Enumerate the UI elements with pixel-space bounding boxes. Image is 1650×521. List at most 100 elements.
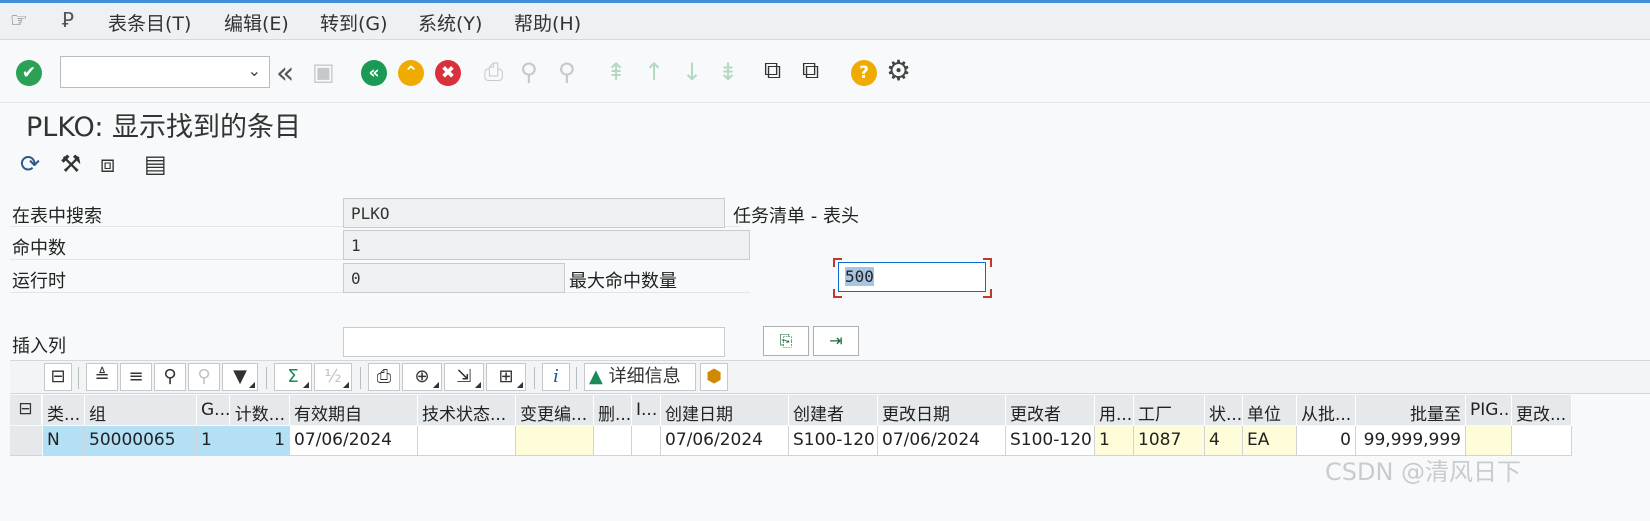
help-icon[interactable]: ?: [851, 60, 877, 86]
collapse-icon[interactable]: «: [276, 56, 294, 91]
menu-item-goto[interactable]: 转到(G): [320, 9, 388, 36]
column-header[interactable]: 技术状态...: [418, 395, 516, 425]
table-cell[interactable]: S100-120: [789, 426, 878, 456]
views-icon[interactable]: ⊕ ◢: [402, 363, 442, 391]
row-selector[interactable]: [10, 426, 42, 456]
menu-item-edit[interactable]: 编辑(E): [224, 9, 289, 36]
runtime-field: 0: [343, 263, 565, 293]
insert-column-button[interactable]: ⎘: [763, 326, 809, 356]
menu-item-help[interactable]: 帮助(H): [514, 9, 581, 36]
cancel-icon[interactable]: ✖: [435, 60, 461, 86]
column-header[interactable]: 创建者: [789, 395, 878, 425]
back-icon[interactable]: «: [361, 60, 387, 86]
column-header[interactable]: 批量至: [1356, 395, 1466, 425]
column-header[interactable]: 计数...: [230, 395, 290, 425]
column-header[interactable]: 创建日期: [661, 395, 789, 425]
column-header[interactable]: 状...: [1205, 395, 1243, 425]
title-table: PLKO: [26, 112, 95, 143]
hits-label: 命中数: [12, 238, 66, 259]
append-column-button[interactable]: ⇥: [813, 326, 859, 356]
max-hits-input[interactable]: 500: [838, 262, 986, 292]
create-session-icon[interactable]: ⧉: [764, 56, 781, 84]
last-page-icon: ⇟: [718, 58, 739, 86]
search-table-field: PLKO: [343, 198, 725, 228]
separator: [534, 367, 535, 389]
table-cell[interactable]: N: [43, 426, 85, 456]
table-cell[interactable]: 07/06/2024: [878, 426, 1006, 456]
table-cell[interactable]: 50000065: [85, 426, 197, 456]
title-text: 显示找到的条目: [112, 112, 302, 143]
table-cell[interactable]: [516, 426, 594, 456]
column-header[interactable]: 组: [85, 395, 197, 425]
filter-icon[interactable]: ▼ ◢: [222, 363, 258, 391]
sort-descending-icon[interactable]: ≡: [120, 363, 152, 391]
column-header[interactable]: 删...: [594, 395, 632, 425]
separator: [360, 367, 361, 389]
find-icon[interactable]: ⚲: [154, 363, 186, 391]
menu-icon[interactable]: ☞: [10, 8, 28, 32]
column-header[interactable]: 单位: [1243, 395, 1297, 425]
chevron-down-icon[interactable]: ⌄: [248, 61, 261, 80]
export-icon[interactable]: ⇲ ◢: [444, 363, 484, 391]
sum-icon[interactable]: Σ ◢: [274, 363, 312, 391]
info-icon[interactable]: i: [542, 363, 570, 391]
menu-item-table-entry[interactable]: 表条目(T): [108, 9, 191, 36]
menu-item-system[interactable]: 系统(Y): [418, 9, 482, 36]
settings-tool-icon[interactable]: ⚒: [60, 150, 82, 178]
grid-toolbar: ⊟ ≜ ≡ ⚲ ⚲ ▼ ◢ Σ ◢ ½ ◢ ⎙ ⊕ ◢ ⇲ ◢ ⊞ ◢ i ▲ 详细信息 ⬢: [10, 360, 1650, 394]
command-field[interactable]: ⌄: [60, 56, 270, 88]
insert-column-input[interactable]: [343, 327, 725, 357]
column-header[interactable]: 变更编...: [516, 395, 594, 425]
mountain-icon: ▲: [589, 366, 603, 387]
column-header[interactable]: 用...: [1095, 395, 1134, 425]
table-cell[interactable]: 07/06/2024: [661, 426, 789, 456]
refresh-icon[interactable]: ⟳: [20, 150, 40, 178]
max-hits-label: 最大命中数量: [569, 271, 677, 292]
print-icon[interactable]: ⎙: [368, 363, 400, 391]
runtime-label: 运行时: [12, 271, 66, 292]
insert-column-label: 插入列: [12, 336, 66, 357]
hits-field: 1: [343, 230, 750, 260]
details-button[interactable]: ▲ 详细信息: [584, 363, 696, 391]
layout-icon[interactable]: ⧈: [100, 150, 115, 178]
table-cell[interactable]: 4: [1205, 426, 1243, 456]
exit-icon[interactable]: ⌃: [398, 60, 424, 86]
table-cell[interactable]: [594, 426, 632, 456]
select-all-icon[interactable]: ⊟: [10, 395, 42, 425]
column-header[interactable]: 更改日期: [878, 395, 1006, 425]
sap-icon[interactable]: Ꝑ: [62, 8, 74, 32]
first-page-icon: ⇞: [606, 58, 627, 86]
table-cell[interactable]: 1: [230, 426, 290, 456]
column-header[interactable]: 类...: [43, 395, 85, 425]
table-cell[interactable]: 1: [1095, 426, 1134, 456]
focus-corner: [983, 289, 992, 298]
focus-corner: [833, 258, 842, 267]
focus-corner: [983, 258, 992, 267]
table-cell[interactable]: 07/06/2024: [290, 426, 418, 456]
document-icon[interactable]: ▤: [144, 150, 167, 178]
standard-toolbar: ✔ ⌄ « ▣ « ⌃ ✖ ⎙ ⚲ ⚲ ⇞ ↑ ↓ ⇟ ⧉ ⧉ ? ⚙: [0, 40, 1650, 103]
column-header[interactable]: 从批...: [1297, 395, 1356, 425]
shortcut-icon[interactable]: ⧉: [802, 56, 819, 84]
table-cell[interactable]: EA: [1243, 426, 1297, 456]
column-layout-icon[interactable]: ⊟: [44, 363, 72, 391]
previous-page-icon: ↑: [644, 58, 665, 86]
layout-select-icon[interactable]: ⊞ ◢: [486, 363, 526, 391]
table-cell[interactable]: [632, 426, 661, 456]
enter-check-icon[interactable]: ✔: [16, 60, 42, 86]
table-cell[interactable]: [418, 426, 516, 456]
graphic-icon[interactable]: ⬢: [700, 363, 728, 391]
column-header[interactable]: PIG...: [1466, 395, 1512, 425]
table-cell[interactable]: 1: [197, 426, 230, 456]
column-header[interactable]: G...: [197, 395, 230, 425]
table-cell[interactable]: S100-120: [1006, 426, 1095, 456]
column-header[interactable]: 更改...: [1512, 395, 1572, 425]
gear-icon[interactable]: ⚙: [886, 54, 911, 87]
column-header[interactable]: 更改者: [1006, 395, 1095, 425]
column-header[interactable]: I...: [632, 395, 661, 425]
table-cell[interactable]: 1087: [1134, 426, 1205, 456]
column-header[interactable]: 工厂: [1134, 395, 1205, 425]
column-header[interactable]: 有效期自: [290, 395, 418, 425]
find-next-icon: ⚲: [188, 363, 220, 391]
sort-ascending-icon[interactable]: ≜: [86, 363, 118, 391]
